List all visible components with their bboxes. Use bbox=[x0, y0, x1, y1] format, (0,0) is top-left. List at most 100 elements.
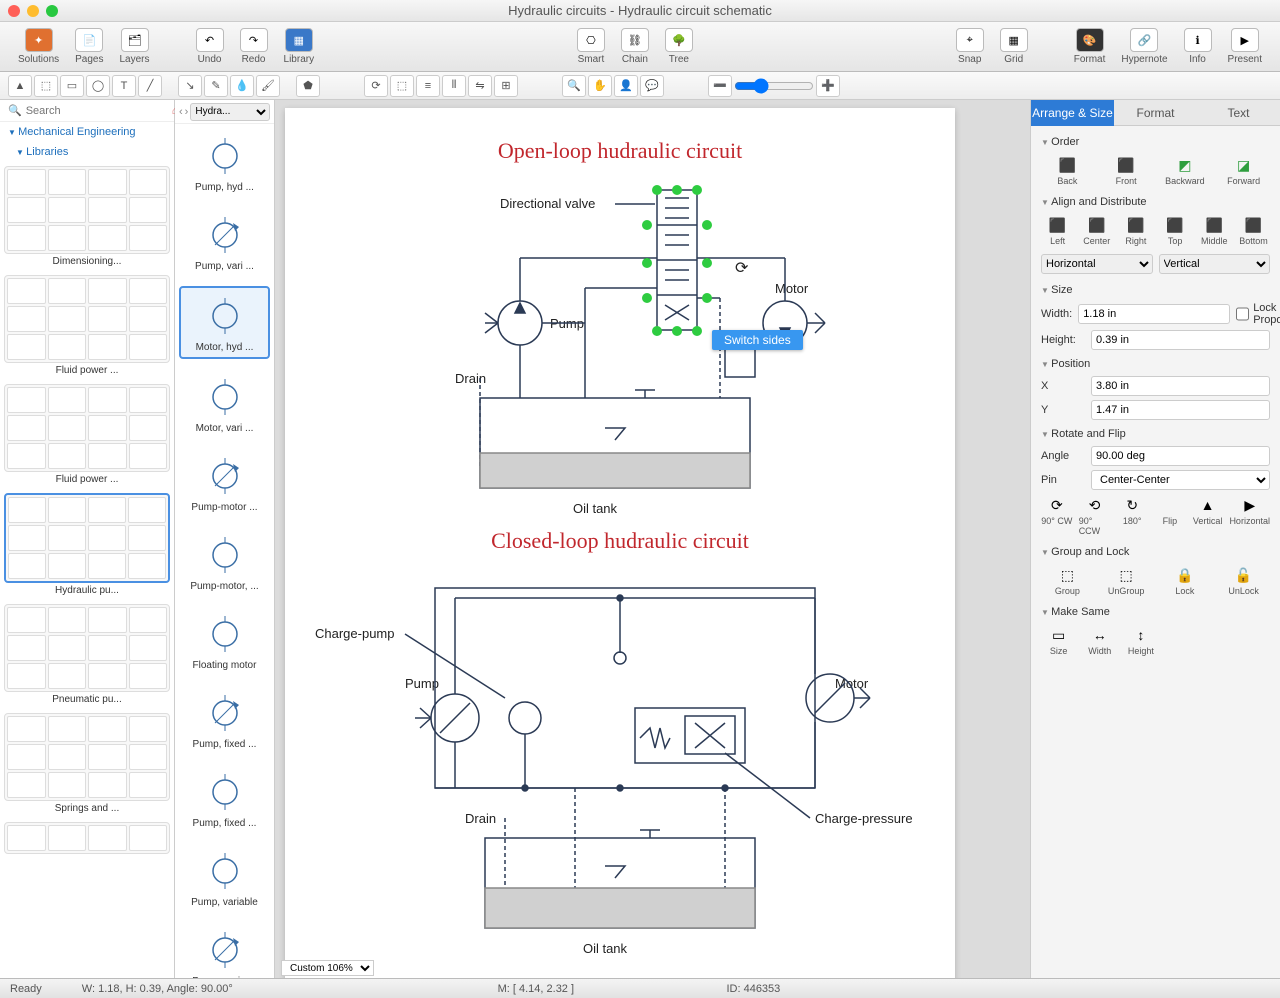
info-button[interactable]: ℹInfo bbox=[1176, 26, 1220, 67]
ellipse-tool[interactable]: ◯ bbox=[86, 75, 110, 97]
align-center-button[interactable]: ⬛Center bbox=[1080, 216, 1113, 246]
select-tool[interactable]: ⬚ bbox=[34, 75, 58, 97]
pages-button[interactable]: 📄Pages bbox=[67, 26, 111, 67]
align-bottom-button[interactable]: ⬛Bottom bbox=[1237, 216, 1270, 246]
distribute-tool[interactable]: ⫴ bbox=[442, 75, 466, 97]
switch-sides-badge[interactable]: Switch sides bbox=[712, 330, 803, 350]
grid-button[interactable]: ▦Grid bbox=[992, 26, 1036, 67]
library-button[interactable]: ▦Library bbox=[276, 26, 323, 67]
stencil-item[interactable]: Pump, varia ... bbox=[179, 922, 270, 978]
stencil-item[interactable]: Pump, fixed ... bbox=[179, 685, 270, 754]
insert-shape-tool[interactable]: ⬟ bbox=[296, 75, 320, 97]
order-back-button[interactable]: ⬛Back bbox=[1041, 156, 1094, 186]
zoom-tool[interactable]: 🔍 bbox=[562, 75, 586, 97]
zoom-select[interactable]: Custom 106% bbox=[281, 960, 374, 976]
flip-horizontal-button[interactable]: ▶Horizontal bbox=[1229, 496, 1270, 536]
align-top-button[interactable]: ⬛Top bbox=[1159, 216, 1192, 246]
section-make-same[interactable]: Make Same bbox=[1041, 600, 1270, 622]
selection-handle[interactable] bbox=[642, 220, 652, 230]
align-right-button[interactable]: ⬛Right bbox=[1119, 216, 1152, 246]
align-tool[interactable]: ≡ bbox=[416, 75, 440, 97]
stencil-item[interactable]: Pump-motor, ... bbox=[179, 527, 270, 596]
canvas-area[interactable]: Open-loop hudraulic circuit Directional … bbox=[275, 100, 1030, 978]
flip-vertical-button[interactable]: ▲Vertical bbox=[1192, 496, 1224, 536]
pan-tool[interactable]: ✋ bbox=[588, 75, 612, 97]
align-middle-button[interactable]: ⬛Middle bbox=[1198, 216, 1231, 246]
redo-button[interactable]: ↷Redo bbox=[232, 26, 276, 67]
section-align[interactable]: Align and Distribute bbox=[1041, 190, 1270, 212]
chain-button[interactable]: ⛓Chain bbox=[613, 26, 657, 67]
lib-group-pneumatic[interactable]: Pneumatic pu... bbox=[4, 604, 170, 705]
same-width-button[interactable]: ↔Width bbox=[1082, 626, 1117, 656]
selection-handle[interactable] bbox=[672, 185, 682, 195]
stencil-select[interactable]: Hydra... bbox=[190, 103, 270, 121]
section-group[interactable]: Group and Lock bbox=[1041, 540, 1270, 562]
stencil-list[interactable]: Pump, hyd ...Pump, vari ...Motor, hyd ..… bbox=[175, 124, 274, 978]
undo-button[interactable]: ↶Undo bbox=[188, 26, 232, 67]
selection-handle[interactable] bbox=[702, 293, 712, 303]
selection-handle[interactable] bbox=[692, 185, 702, 195]
selection-handle[interactable] bbox=[652, 185, 662, 195]
stencil-item[interactable]: Floating motor bbox=[179, 606, 270, 675]
lib-group-fluid2[interactable]: Fluid power ... bbox=[4, 384, 170, 485]
selection-handle[interactable] bbox=[652, 326, 662, 336]
selection-handle[interactable] bbox=[702, 220, 712, 230]
tab-text[interactable]: Text bbox=[1197, 100, 1280, 126]
lib-group-springs[interactable]: Springs and ... bbox=[4, 713, 170, 814]
order-front-button[interactable]: ⬛Front bbox=[1100, 156, 1153, 186]
rotate-ccw-button[interactable]: ⟲90° CCW bbox=[1079, 496, 1111, 536]
rotate-180-button[interactable]: ↻180° bbox=[1116, 496, 1148, 536]
lock-proportions-checkbox[interactable] bbox=[1236, 304, 1249, 324]
selection-handle[interactable] bbox=[642, 258, 652, 268]
smart-button[interactable]: ⎔Smart bbox=[569, 26, 613, 67]
close-icon[interactable] bbox=[8, 5, 20, 17]
pointer-tool[interactable]: ▲ bbox=[8, 75, 32, 97]
search-input[interactable] bbox=[26, 105, 168, 117]
selection-handle[interactable] bbox=[702, 258, 712, 268]
text-tool[interactable]: T bbox=[112, 75, 136, 97]
present-button[interactable]: ▶Present bbox=[1220, 26, 1270, 67]
section-size[interactable]: Size bbox=[1041, 278, 1270, 300]
stencil-item[interactable]: Pump, vari ... bbox=[179, 207, 270, 276]
eyedropper-tool[interactable]: 💧 bbox=[230, 75, 254, 97]
y-input[interactable] bbox=[1091, 400, 1270, 420]
zoom-slider[interactable] bbox=[734, 78, 814, 94]
selection-handle[interactable] bbox=[692, 326, 702, 336]
hypernote-button[interactable]: 🔗Hypernote bbox=[1113, 26, 1175, 67]
layers-button[interactable]: 🗂Layers bbox=[112, 26, 158, 67]
tree-button[interactable]: 🌳Tree bbox=[657, 26, 701, 67]
category-mechanical[interactable]: Mechanical Engineering bbox=[0, 122, 174, 142]
brush-tool[interactable]: 🖌 bbox=[256, 75, 280, 97]
tab-arrange[interactable]: Arrange & Size bbox=[1031, 100, 1114, 126]
x-input[interactable] bbox=[1091, 376, 1270, 396]
format-button[interactable]: 🎨Format bbox=[1066, 26, 1114, 67]
rotate-tool[interactable]: ⟳ bbox=[364, 75, 388, 97]
stencil-item[interactable]: Pump-motor ... bbox=[179, 448, 270, 517]
zoom-icon[interactable] bbox=[46, 5, 58, 17]
unlock-button[interactable]: 🔓UnLock bbox=[1217, 566, 1270, 596]
comment-tool[interactable]: 💬 bbox=[640, 75, 664, 97]
lib-group-dimensioning[interactable]: Dimensioning... bbox=[4, 166, 170, 267]
same-height-button[interactable]: ↕Height bbox=[1123, 626, 1158, 656]
order-forward-button[interactable]: ◪Forward bbox=[1217, 156, 1270, 186]
stencil-item[interactable]: Pump, hyd ... bbox=[179, 128, 270, 197]
lib-group-extra[interactable] bbox=[4, 822, 170, 854]
height-input[interactable] bbox=[1091, 330, 1270, 350]
selection-handle[interactable] bbox=[642, 293, 652, 303]
stencil-item[interactable]: Pump, variable bbox=[179, 843, 270, 912]
lock-button[interactable]: 🔒Lock bbox=[1159, 566, 1212, 596]
group-button[interactable]: ⬚Group bbox=[1041, 566, 1094, 596]
connector-tool[interactable]: ↘ bbox=[178, 75, 202, 97]
snap-button[interactable]: ⌖Snap bbox=[948, 26, 992, 67]
nav-fwd-icon[interactable]: › bbox=[185, 106, 189, 118]
nav-back-icon[interactable]: ‹ bbox=[179, 106, 183, 118]
zoom-out-button[interactable]: ➖ bbox=[708, 75, 732, 97]
selection-handle[interactable] bbox=[672, 326, 682, 336]
page[interactable]: Open-loop hudraulic circuit Directional … bbox=[285, 108, 955, 978]
section-position[interactable]: Position bbox=[1041, 352, 1270, 374]
stencil-item[interactable]: Pump, fixed ... bbox=[179, 764, 270, 833]
category-libraries[interactable]: Libraries bbox=[0, 142, 174, 162]
same-size-button[interactable]: ▭Size bbox=[1041, 626, 1076, 656]
distribute-vertical-select[interactable]: Vertical bbox=[1159, 254, 1271, 274]
window-controls[interactable] bbox=[8, 5, 58, 17]
